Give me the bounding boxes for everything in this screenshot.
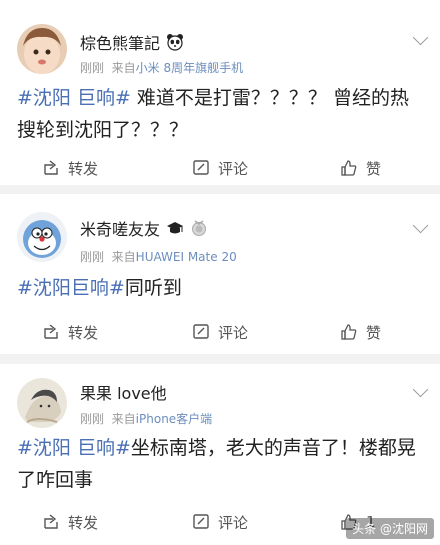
post-source[interactable]: 小米 8周年旗舰手机	[136, 61, 243, 75]
post-source[interactable]: HUAWEI Mate 20	[136, 250, 237, 264]
panda-icon	[166, 33, 184, 51]
hashtag-link[interactable]: #沈阳 巨响#	[17, 437, 131, 459]
username-text[interactable]: 米奇嗟友友	[80, 216, 160, 240]
repost-label: 转发	[68, 159, 99, 178]
username-text[interactable]: 果果 love他	[80, 380, 167, 404]
watermark-text: 头条 @沈阳网	[352, 522, 428, 536]
post-time: 刚刚	[80, 250, 105, 264]
username[interactable]: 果果 love他	[80, 380, 167, 404]
thumbs-up-icon	[341, 324, 357, 340]
weibo-post: 棕色熊筆記 刚刚 来自小米 8周年旗舰手机 #沈阳 巨响# 难道不是打雷？？？？…	[0, 0, 440, 185]
source-prefix: 来自	[111, 61, 136, 75]
user-avatar[interactable]	[17, 212, 67, 262]
thumbs-up-icon	[341, 160, 357, 176]
repost-button[interactable]: 转发	[42, 322, 98, 343]
comment-label: 评论	[218, 323, 249, 342]
comment-label: 评论	[218, 159, 249, 178]
comment-label: 评论	[218, 513, 249, 532]
weibo-post: 米奇嗟友友 刚刚 来自HUAWEI Mate 20 #沈阳巨响#同听到 转发 评…	[0, 194, 440, 354]
chevron-down-icon[interactable]	[412, 29, 429, 46]
source-prefix: 来自	[111, 412, 136, 426]
comment-button[interactable]: 评论	[192, 512, 248, 533]
hashtag-link[interactable]: #沈阳 巨响#	[17, 87, 131, 109]
username[interactable]: 米奇嗟友友	[80, 216, 208, 240]
post-meta: 刚刚 来自HUAWEI Mate 20	[80, 248, 237, 265]
hashtag-link[interactable]: #沈阳巨响#	[17, 277, 125, 299]
comment-icon	[193, 160, 209, 175]
repost-label: 转发	[68, 323, 99, 342]
post-meta: 刚刚 来自iPhone客户端	[80, 410, 212, 427]
post-text: 同听到	[124, 277, 182, 299]
post-content: #沈阳巨响#同听到	[17, 272, 427, 304]
chevron-down-icon[interactable]	[412, 217, 429, 234]
graduation-cap-icon	[166, 219, 184, 237]
repost-label: 转发	[68, 513, 99, 532]
post-time: 刚刚	[80, 61, 105, 75]
username[interactable]: 棕色熊筆記	[80, 30, 184, 54]
repost-icon	[44, 324, 58, 339]
post-source[interactable]: iPhone客户端	[136, 412, 213, 426]
repost-icon	[44, 160, 58, 175]
post-content: #沈阳 巨响#坐标南塔，老大的声音了！楼都晃了咋回事	[17, 432, 427, 496]
comment-button[interactable]: 评论	[192, 158, 248, 179]
like-label: 赞	[366, 323, 382, 342]
post-time: 刚刚	[80, 412, 105, 426]
repost-icon	[44, 514, 58, 529]
username-text[interactable]: 棕色熊筆記	[80, 30, 160, 54]
medal-icon	[190, 219, 208, 237]
post-content: #沈阳 巨响# 难道不是打雷？？？？ 曾经的热搜轮到沈阳了？？？	[17, 82, 427, 146]
user-avatar[interactable]	[17, 378, 67, 428]
watermark-badge: 头条 @沈阳网	[346, 518, 434, 539]
comment-icon	[193, 514, 209, 529]
comment-button[interactable]: 评论	[192, 322, 248, 343]
user-avatar[interactable]	[17, 24, 67, 74]
post-meta: 刚刚 来自小米 8周年旗舰手机	[80, 59, 243, 76]
repost-button[interactable]: 转发	[42, 512, 98, 533]
comment-icon	[193, 324, 209, 339]
chevron-down-icon[interactable]	[412, 381, 429, 398]
action-bar: 转发 评论 赞	[0, 312, 440, 352]
like-button[interactable]: 赞	[340, 322, 381, 343]
like-button[interactable]: 赞	[340, 158, 381, 179]
like-label: 赞	[366, 159, 382, 178]
action-bar: 转发 评论 赞	[0, 148, 440, 188]
source-prefix: 来自	[111, 250, 136, 264]
repost-button[interactable]: 转发	[42, 158, 98, 179]
